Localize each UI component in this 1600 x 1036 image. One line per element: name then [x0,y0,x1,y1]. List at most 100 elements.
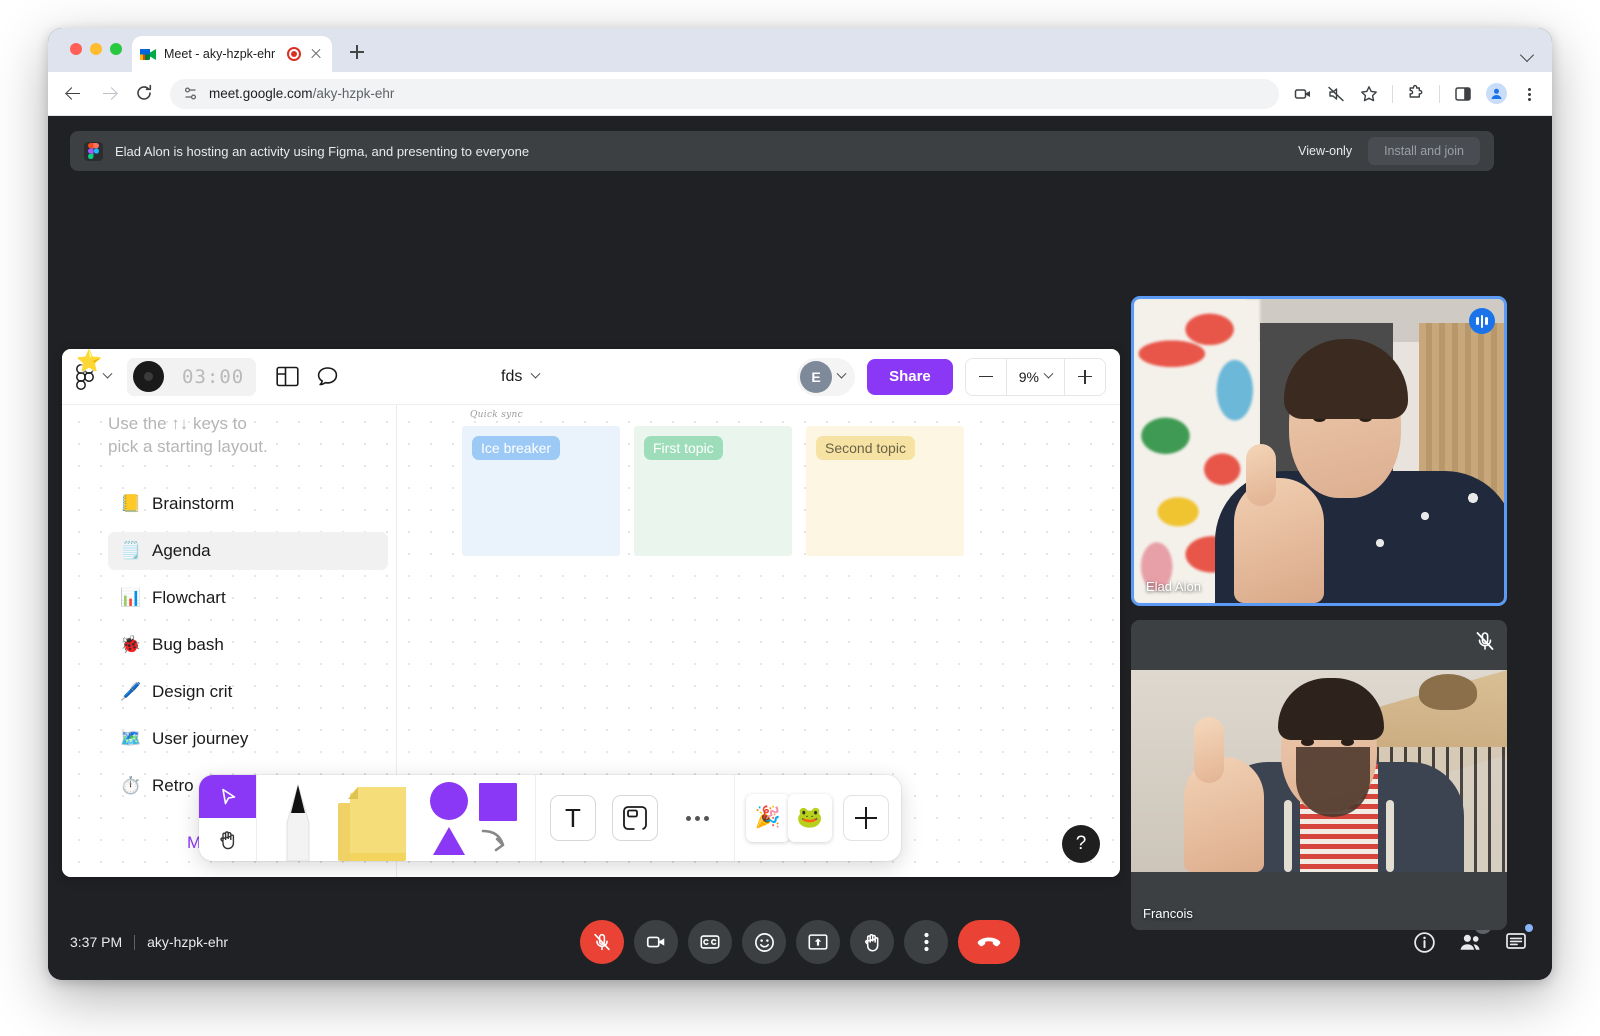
site-settings-icon[interactable] [182,85,199,102]
layout-label: User journey [152,728,249,748]
more-tools-icon[interactable] [666,775,728,861]
url-text: meet.google.com/aky-hzpk-ehr [209,86,394,101]
people-button[interactable]: 3 [1456,916,1492,956]
activity-timer[interactable]: ⭐ 03:00 [76,351,257,396]
banner-message: Elad Alon is hosting an activity using F… [115,143,530,159]
raise-hand-button[interactable] [850,920,894,964]
close-tab-button[interactable] [308,46,324,62]
address-bar[interactable]: meet.google.com/aky-hzpk-ehr [170,78,1279,109]
layout-item-brainstorm[interactable]: 📒 Brainstorm [108,485,388,523]
layout-item-flowchart[interactable]: 📊 Flowchart [108,579,388,617]
side-panel-icon[interactable] [1453,84,1473,104]
more-options-button[interactable] [904,920,948,964]
bookmark-star-icon[interactable] [1359,84,1379,104]
figma-menu-chevron-down-icon[interactable] [102,368,113,379]
layout-panel-icon[interactable] [270,360,304,394]
hand-pan-icon[interactable] [199,818,256,861]
share-button[interactable]: Share [867,358,953,395]
recording-indicator[interactable] [287,47,301,61]
mic-muted-icon [1473,629,1497,653]
zoom-out-button[interactable] [965,358,1006,395]
install-and-join-button[interactable]: Install and join [1368,137,1480,165]
layout-item-bug-bash[interactable]: 🐞 Bug bash [108,626,388,664]
avatar: E [800,360,833,393]
text-tool-group: T [535,775,734,861]
minimize-window-button[interactable] [90,43,102,55]
file-name-menu[interactable]: fds [501,368,541,386]
new-tab-button[interactable] [344,39,370,65]
view-only-label: View-only [1298,144,1353,158]
add-widget-button[interactable] [837,775,895,861]
board-column-ice-breaker[interactable]: Ice breaker [462,426,620,556]
sticky-note-icon[interactable] [333,775,419,861]
video-stream [1131,620,1507,930]
presenter-avatar-chip[interactable]: E [797,357,856,396]
file-menu-chevron-down-icon[interactable] [530,368,541,379]
profile-avatar-icon[interactable] [1486,83,1507,104]
thumbs-up-hand [1183,717,1264,872]
timer-icon: ⏱️ [120,775,142,795]
layout-item-design-crit[interactable]: 🖊️ Design crit [108,673,388,711]
activity-banner: Elad Alon is hosting an activity using F… [70,131,1494,171]
zoom-in-button[interactable] [1065,358,1105,395]
meet-controls [580,920,1020,964]
draw-tool-group [257,775,535,861]
participant-tile-francois[interactable]: Francois [1131,620,1507,930]
board-column-second-topic[interactable]: Second topic [806,426,964,556]
zoom-chevron-down-icon[interactable] [1043,368,1054,379]
figma-icon [84,141,103,161]
layout-item-user-journey[interactable]: 🗺️ User journey [108,720,388,758]
avatar-chevron-down-icon[interactable] [836,368,847,379]
video-capture-icon[interactable] [1293,84,1313,104]
video-stream [1134,299,1504,603]
layout-label: Agenda [152,540,211,560]
leave-call-button[interactable] [958,920,1020,964]
layout-item-agenda[interactable]: 🗒️ Agenda [108,531,388,570]
column-label: Second topic [816,436,915,460]
help-button[interactable]: ? [1062,825,1100,863]
layout-label: Retro [152,775,194,795]
microphone-button[interactable] [580,920,624,964]
agenda-icon: 🗒️ [120,540,142,560]
widget-card-2[interactable]: 🐸 [783,775,837,861]
participant-tile-elad-alon[interactable]: Elad Alon [1131,296,1507,606]
browser-window: Meet - aky-hzpk-ehr meet.google.com/aky-… [48,28,1552,980]
reload-button[interactable] [134,83,156,105]
person-hair [1277,678,1384,741]
layout-label: Bug bash [152,634,224,654]
meeting-meta: 3:37 PM aky-hzpk-ehr [70,934,228,950]
tab-list-chevron-down-icon[interactable] [1519,47,1535,63]
widgets-group: 🎉 🐸 [734,775,901,861]
reactions-button[interactable] [742,920,786,964]
speaking-indicator-icon [1469,308,1495,334]
browser-tab[interactable]: Meet - aky-hzpk-ehr [132,36,332,72]
frame-tool[interactable] [604,775,666,861]
pen-icon: 🖊️ [120,681,142,701]
cursor-arrow-icon[interactable] [199,775,256,818]
vinyl-record-icon [133,361,164,392]
pen-marker-icon[interactable] [263,775,333,861]
text-tool[interactable]: T [542,775,604,861]
forward-button[interactable] [98,83,120,105]
captions-button[interactable] [688,920,732,964]
back-button[interactable] [62,83,84,105]
browser-toolbar: meet.google.com/aky-hzpk-ehr [48,72,1552,116]
hanging-lamp [1418,674,1477,711]
chrome-menu-icon[interactable] [1520,84,1538,104]
present-button[interactable] [796,920,840,964]
maximize-window-button[interactable] [110,43,122,55]
mute-site-icon[interactable] [1326,84,1346,104]
figma-toolbar-right: E Share 9% [797,357,1106,396]
camera-button[interactable] [634,920,678,964]
comment-bubble-icon[interactable] [310,360,344,394]
current-time: 3:37 PM [70,934,123,950]
meeting-details-button[interactable] [1410,928,1438,956]
board-column-first-topic[interactable]: First topic [634,426,792,556]
zoom-level-menu[interactable]: 9% [1005,358,1065,395]
extensions-puzzle-icon[interactable] [1406,84,1426,104]
map-icon: 🗺️ [120,728,142,748]
chat-button[interactable] [1502,924,1533,956]
shapes-icon[interactable] [419,775,529,861]
figma-canvas[interactable]: Use the ↑↓ keys to pick a starting layou… [62,405,1120,877]
close-window-button[interactable] [70,43,82,55]
